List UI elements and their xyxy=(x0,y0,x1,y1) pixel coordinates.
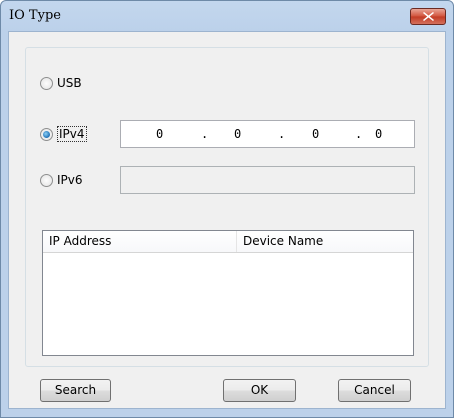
io-type-dialog: IO Type USB IPv4 0 . 0 . 0 . 0 IPv6 IP A… xyxy=(0,0,454,418)
usb-option[interactable]: USB xyxy=(40,75,82,91)
ipv4-octet-3[interactable]: 0 xyxy=(312,127,319,141)
title-bar[interactable]: IO Type xyxy=(1,1,453,31)
close-button[interactable] xyxy=(410,8,446,25)
search-button[interactable]: Search xyxy=(40,379,111,402)
ipv4-option[interactable]: IPv4 xyxy=(40,126,87,142)
ipv6-radio[interactable] xyxy=(40,173,53,187)
io-type-group: USB IPv4 0 . 0 . 0 . 0 IPv6 IP Address D… xyxy=(25,47,429,367)
window-title: IO Type xyxy=(9,8,61,23)
dialog-body: USB IPv4 0 . 0 . 0 . 0 IPv6 IP Address D… xyxy=(8,31,446,409)
usb-radio[interactable] xyxy=(40,76,53,90)
ipv4-octet-2[interactable]: 0 xyxy=(234,127,241,141)
cancel-button[interactable]: Cancel xyxy=(338,379,411,402)
ipv4-dot-2: . xyxy=(278,127,286,141)
usb-label[interactable]: USB xyxy=(57,76,82,90)
ipv4-dot-1: . xyxy=(201,127,209,141)
ipv4-label[interactable]: IPv4 xyxy=(57,126,87,142)
ipv4-radio[interactable] xyxy=(40,127,53,141)
column-ip-address[interactable]: IP Address xyxy=(43,231,237,252)
device-list-header: IP Address Device Name xyxy=(43,231,413,253)
ipv4-dot-3: . xyxy=(355,127,363,141)
ipv4-octet-4[interactable]: 0 xyxy=(375,127,382,141)
column-device-name[interactable]: Device Name xyxy=(237,231,413,252)
ok-button[interactable]: OK xyxy=(223,379,296,402)
ipv4-address-input[interactable]: 0 . 0 . 0 . 0 xyxy=(120,120,415,148)
ipv6-label[interactable]: IPv6 xyxy=(57,173,83,187)
device-list[interactable]: IP Address Device Name xyxy=(42,230,414,356)
ipv6-address-input xyxy=(120,166,415,194)
ipv6-option[interactable]: IPv6 xyxy=(40,172,83,188)
close-icon xyxy=(423,12,434,21)
ipv4-octet-1[interactable]: 0 xyxy=(156,127,163,141)
